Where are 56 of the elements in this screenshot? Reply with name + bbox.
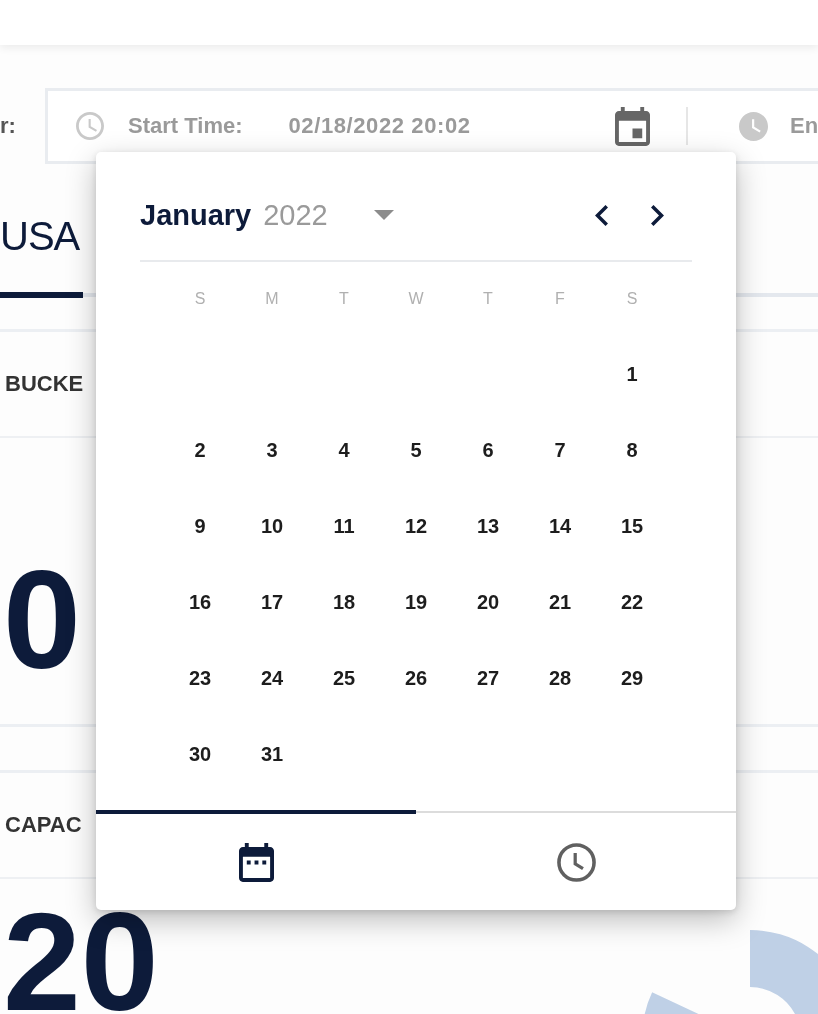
- calendar-day[interactable]: 4: [335, 436, 353, 464]
- calendar-day[interactable]: 15: [617, 512, 647, 540]
- weekday-label: T: [483, 289, 493, 309]
- clock-icon: [556, 842, 596, 882]
- weekday-label: W: [408, 289, 424, 309]
- calendar-day[interactable]: 5: [407, 436, 425, 464]
- calendar-day[interactable]: 16: [185, 588, 215, 616]
- calendar-day[interactable]: 23: [185, 664, 215, 692]
- calendar-day[interactable]: 2: [191, 436, 209, 464]
- start-time-label: Start Time:: [128, 113, 243, 139]
- card-title: BUCKE: [5, 370, 84, 398]
- calendar-day[interactable]: 31: [257, 740, 287, 768]
- calendar-day[interactable]: 26: [401, 664, 431, 692]
- calendar-day[interactable]: 14: [545, 512, 575, 540]
- calendar-day[interactable]: 30: [185, 740, 215, 768]
- calendar-day[interactable]: 19: [401, 588, 431, 616]
- chevron-left-icon[interactable]: [595, 204, 608, 226]
- tab[interactable]: USA: [0, 210, 84, 298]
- month-label: January: [140, 198, 252, 233]
- weekday-label: F: [555, 289, 565, 309]
- stat-value: 20: [3, 892, 159, 1014]
- calendar-day[interactable]: 7: [551, 436, 569, 464]
- calendar-day[interactable]: 17: [257, 588, 287, 616]
- calendar-day[interactable]: 25: [329, 664, 359, 692]
- caret-icon[interactable]: [373, 210, 394, 220]
- calendar-day[interactable]: 28: [545, 664, 575, 692]
- calendar-icon[interactable]: [615, 106, 650, 146]
- calendar-day[interactable]: 10: [257, 512, 287, 540]
- filter-label: r:: [0, 113, 16, 139]
- calendar-day[interactable]: 3: [263, 436, 281, 464]
- calendar-day[interactable]: 29: [617, 664, 647, 692]
- calendar-day[interactable]: 9: [191, 512, 209, 540]
- calendar-day[interactable]: 11: [330, 512, 358, 540]
- chevron-right-icon[interactable]: [651, 204, 664, 226]
- year-label: 2022: [263, 198, 328, 233]
- calendar-day[interactable]: 8: [623, 436, 641, 464]
- clock-icon: [739, 111, 768, 141]
- weekday-label: T: [339, 289, 349, 309]
- calendar-day[interactable]: 22: [617, 588, 647, 616]
- end-time-label: En: [790, 113, 818, 139]
- calendar-day[interactable]: 1: [623, 360, 641, 388]
- stat-value: 0: [3, 550, 81, 690]
- calendar-day[interactable]: 24: [257, 664, 287, 692]
- calendar-day[interactable]: 27: [473, 664, 503, 692]
- clock-icon: [76, 112, 104, 140]
- calendar-day[interactable]: 12: [401, 512, 431, 540]
- calendar-icon: [238, 842, 274, 882]
- calendar-day[interactable]: 6: [479, 436, 497, 464]
- calendar-day[interactable]: 21: [545, 588, 575, 616]
- calendar-day[interactable]: 20: [473, 588, 503, 616]
- card-title: CAPAC: [5, 811, 82, 839]
- weekday-label: S: [194, 289, 206, 309]
- calendar-day[interactable]: 13: [473, 512, 503, 540]
- weekday-label: M: [265, 289, 279, 309]
- weekday-label: S: [626, 289, 638, 309]
- calendar-day[interactable]: 18: [329, 588, 359, 616]
